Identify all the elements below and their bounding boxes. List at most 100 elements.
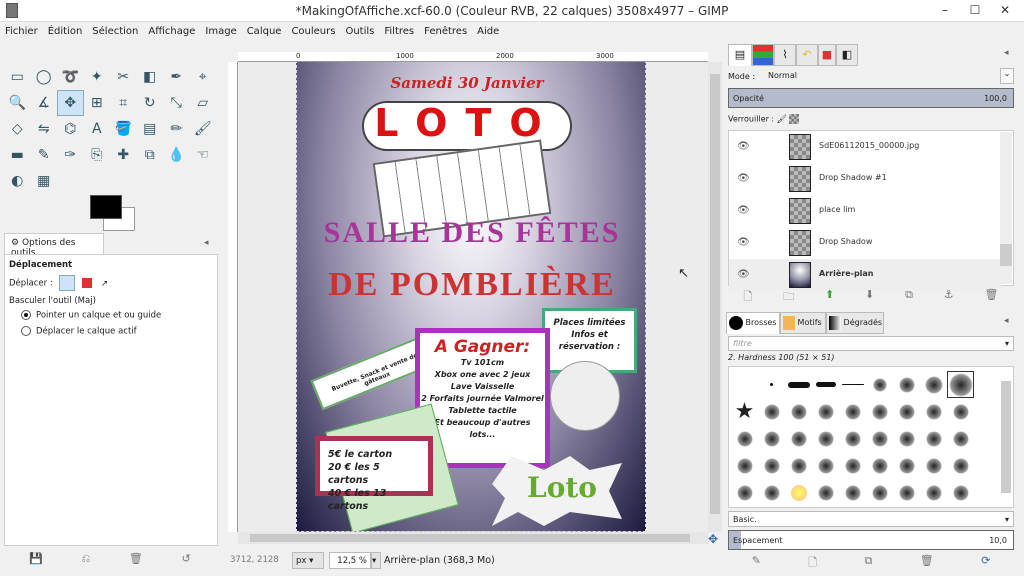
brush-preset[interactable] xyxy=(893,479,920,506)
brush-preset[interactable] xyxy=(839,398,866,425)
new-layer-group-icon[interactable]: 🗀 xyxy=(783,288,794,307)
dropdown-icon[interactable]: ▾ xyxy=(1005,339,1009,348)
flip-tool-icon[interactable]: ⇋ xyxy=(31,116,58,142)
brush-preset[interactable] xyxy=(839,425,866,452)
delete-brush-icon[interactable]: 🗑 xyxy=(920,554,934,573)
rect-select-tool-icon[interactable]: ▭ xyxy=(4,64,31,90)
brush-preset[interactable] xyxy=(785,371,812,398)
measure-tool-icon[interactable]: ∡ xyxy=(31,90,58,116)
duplicate-brush-icon[interactable]: ⧉ xyxy=(865,554,873,573)
brush-preset[interactable] xyxy=(920,371,947,398)
blend-tool-icon[interactable]: ▤ xyxy=(137,116,164,142)
menu-edition[interactable]: Édition xyxy=(43,24,88,39)
new-layer-icon[interactable]: 🗋 xyxy=(743,288,752,307)
scale-tool-icon[interactable]: ⤡ xyxy=(163,90,190,116)
mode-select[interactable]: Normal ⌄ xyxy=(764,68,1014,84)
layers-scrollbar[interactable] xyxy=(1000,132,1012,284)
brush-preset[interactable] xyxy=(866,479,893,506)
brush-preset[interactable] xyxy=(758,452,785,479)
brush-preset[interactable] xyxy=(839,452,866,479)
brush-preset[interactable] xyxy=(785,425,812,452)
tab-gradients[interactable]: Dégradés xyxy=(826,312,884,334)
cage-tool-icon[interactable]: ⌬ xyxy=(57,116,84,142)
panel-menu-icon[interactable]: ◂ xyxy=(204,238,209,248)
maximize-button[interactable]: ☐ xyxy=(960,0,990,20)
brush-preset[interactable] xyxy=(866,425,893,452)
brush-preset[interactable] xyxy=(758,398,785,425)
radio-pick-layer[interactable]: Pointer un calque et ou guide xyxy=(21,310,161,321)
brush-preset[interactable] xyxy=(812,452,839,479)
brush-preset[interactable] xyxy=(812,398,839,425)
brush-preset[interactable] xyxy=(947,398,974,425)
eraser-tool-icon[interactable]: ▬ xyxy=(4,142,31,168)
brush-preset[interactable] xyxy=(812,479,839,506)
tab-patterns[interactable]: Motifs xyxy=(780,312,826,334)
layer-row[interactable]: 👁 Drop Shadow xyxy=(729,227,1001,259)
tab-tool-options[interactable]: ⚙ Options des outils xyxy=(4,233,104,258)
airbrush-tool-icon[interactable]: ✎ xyxy=(31,142,58,168)
layer-row[interactable]: 👁 Drop Shadow #1 xyxy=(729,163,1001,195)
brush-preset[interactable] xyxy=(785,479,812,506)
blur-tool-icon[interactable]: 💧 xyxy=(163,142,190,168)
brush-preset[interactable] xyxy=(920,425,947,452)
minimize-button[interactable]: – xyxy=(930,0,960,20)
close-button[interactable]: ✕ xyxy=(990,0,1020,20)
scissors-tool-icon[interactable]: ✂ xyxy=(110,64,137,90)
brush-preset[interactable] xyxy=(866,398,893,425)
smudge-tool-icon[interactable]: ☜ xyxy=(190,142,217,168)
refresh-brushes-icon[interactable]: ⟳ xyxy=(981,554,990,573)
unit-select[interactable]: px ▾ xyxy=(292,552,324,569)
navigate-icon[interactable]: ✥ xyxy=(708,532,718,546)
brush-preset[interactable] xyxy=(731,452,758,479)
tab-paths[interactable]: ⌇ xyxy=(774,44,796,66)
brush-preset[interactable] xyxy=(758,371,785,398)
menu-aide[interactable]: Aide xyxy=(472,24,504,39)
save-options-icon[interactable]: 💾 xyxy=(29,552,43,566)
tab-colors[interactable]: ■ xyxy=(818,44,836,66)
zoom-tool-icon[interactable]: 🔍 xyxy=(4,90,31,116)
raise-layer-icon[interactable]: ⬆ xyxy=(825,288,834,307)
brush-preset[interactable] xyxy=(731,425,758,452)
tab-gradient[interactable]: ◧ xyxy=(836,44,858,66)
panel-menu-icon[interactable]: ◂ xyxy=(1004,316,1009,326)
tab-undo-history[interactable]: ↶ xyxy=(796,44,818,66)
move-tool-icon[interactable]: ✥ xyxy=(57,90,84,116)
zoom-dropdown-icon[interactable]: ▾ xyxy=(371,552,381,569)
duplicate-layer-icon[interactable]: ⧉ xyxy=(905,288,913,307)
brush-preset[interactable] xyxy=(920,398,947,425)
brush-preset[interactable] xyxy=(947,425,974,452)
zoom-select[interactable]: 12,5 % xyxy=(329,552,371,569)
lower-layer-icon[interactable]: ⬇ xyxy=(865,288,874,307)
brush-preset[interactable] xyxy=(785,398,812,425)
horizontal-ruler[interactable]: 0 1000 2000 3000 xyxy=(238,52,708,62)
menu-fichier[interactable]: Fichier xyxy=(0,24,43,39)
color-select-tool-icon[interactable]: ▦ xyxy=(31,168,58,194)
move-path-icon[interactable]: ↗ xyxy=(101,279,108,289)
layer-row[interactable]: 👁 place lim xyxy=(729,195,1001,227)
brush-preset[interactable] xyxy=(866,371,893,398)
brush-preset[interactable] xyxy=(758,479,785,506)
radio-button[interactable] xyxy=(21,326,31,336)
brush-preset[interactable] xyxy=(893,398,920,425)
brush-preset[interactable] xyxy=(866,452,893,479)
perspective-clone-tool-icon[interactable]: ⧉ xyxy=(137,142,164,168)
menu-filtres[interactable]: Filtres xyxy=(379,24,419,39)
tab-brushes[interactable]: Brosses xyxy=(726,312,780,334)
brush-preset[interactable] xyxy=(920,452,947,479)
radio-button[interactable] xyxy=(21,310,31,320)
ellipse-select-tool-icon[interactable]: ◯ xyxy=(31,64,58,90)
menu-fenetres[interactable]: Fenêtres xyxy=(419,24,472,39)
brush-preset[interactable] xyxy=(731,479,758,506)
brush-preset[interactable] xyxy=(839,479,866,506)
layer-row[interactable]: 👁 SdE06112015_00000.jpg xyxy=(729,131,1001,163)
tab-channels[interactable] xyxy=(752,44,774,66)
brush-preset[interactable] xyxy=(758,425,785,452)
menu-couleurs[interactable]: Couleurs xyxy=(286,24,340,39)
brush-preset[interactable] xyxy=(947,452,974,479)
brush-scrollbar[interactable] xyxy=(1001,381,1011,493)
text-tool-icon[interactable]: A xyxy=(84,116,111,142)
crop-tool-icon[interactable]: ⌗ xyxy=(110,90,137,116)
align-tool-icon[interactable]: ⊞ xyxy=(84,90,111,116)
brush-preset[interactable] xyxy=(947,371,974,398)
menu-outils[interactable]: Outils xyxy=(340,24,379,39)
